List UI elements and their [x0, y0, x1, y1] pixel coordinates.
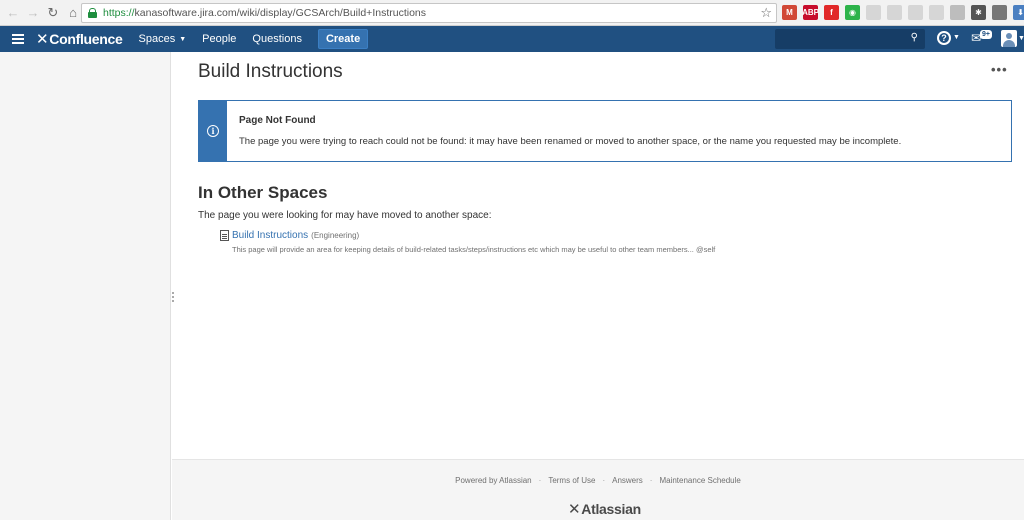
footer-separator: · — [649, 476, 653, 485]
address-bar[interactable]: https:// kanasoftware.jira.com/wiki/disp… — [81, 3, 777, 23]
answers-link[interactable]: Answers — [612, 476, 643, 485]
notifications-badge: 9+ — [980, 30, 992, 39]
people-link[interactable]: People — [202, 33, 236, 45]
lock-icon — [88, 8, 97, 18]
result-space: (Engineering) — [311, 231, 360, 240]
app-header: ✕ Confluence Spaces ▼ People Questions C… — [0, 26, 1024, 52]
result-title[interactable]: Build Instructions — [232, 230, 308, 241]
user-chevron-down-icon: ▼ — [1018, 35, 1024, 42]
extension-gray-3-icon[interactable] — [929, 5, 944, 20]
confluence-logo[interactable]: ✕ Confluence — [36, 30, 123, 48]
pushbullet-icon[interactable]: ◉ — [845, 5, 860, 20]
result-excerpt: This page will provide an area for keepi… — [232, 245, 716, 254]
create-button[interactable]: Create — [317, 29, 369, 49]
sidebar-resize-handle[interactable] — [172, 292, 175, 302]
chevron-down-icon: ▼ — [179, 35, 187, 43]
footer-links: Powered by Atlassian · Terms of Use · An… — [172, 476, 1024, 485]
footer-separator: · — [538, 476, 542, 485]
info-icon: i — [207, 125, 219, 137]
message-title: Page Not Found — [239, 115, 316, 126]
flipboard-icon[interactable]: f — [824, 5, 839, 20]
help-icon[interactable]: ? — [937, 31, 951, 45]
reload-button[interactable]: ↻ — [44, 4, 62, 22]
gmail-icon[interactable]: M — [782, 5, 797, 20]
result-link[interactable]: Build Instructions (Engineering) — [232, 230, 359, 241]
back-button[interactable]: ← — [4, 4, 22, 22]
message-icon-bar: i — [199, 101, 227, 161]
terms-link[interactable]: Terms of Use — [548, 476, 595, 485]
page-icon — [220, 230, 229, 241]
adblock-icon[interactable]: ABP — [802, 5, 819, 20]
atlassian-logo-text: Atlassian — [581, 501, 641, 517]
maintenance-schedule-link[interactable]: Maintenance Schedule — [659, 476, 740, 485]
confluence-logo-icon: ✕ — [36, 31, 49, 48]
download-icon[interactable]: ⬇ — [1013, 5, 1024, 20]
spaces-label: Spaces — [138, 33, 176, 45]
sidebar — [0, 52, 171, 520]
menu-icon[interactable] — [12, 34, 24, 44]
search-icon: ⚲ — [910, 32, 918, 43]
home-button[interactable]: ⌂ — [64, 4, 82, 22]
rss-icon[interactable] — [908, 5, 923, 20]
page-not-found-message: i Page Not Found The page you were tryin… — [198, 100, 1012, 162]
search-input[interactable]: ⚲ — [775, 29, 925, 49]
atlassian-logo[interactable]: ✕ Atlassian — [568, 500, 641, 518]
footer: Powered by Atlassian · Terms of Use · An… — [172, 459, 1024, 520]
extensions-bar: M ABP f ◉ ✱ ⬇ — [782, 5, 1024, 20]
extension-gray-4-icon[interactable] — [950, 5, 965, 20]
other-spaces-description: The page you were looking for may have m… — [198, 210, 492, 221]
atlassian-logo-icon: ✕ — [568, 501, 581, 518]
footer-separator: · — [602, 476, 606, 485]
forward-button[interactable]: → — [24, 4, 42, 22]
spaces-menu[interactable]: Spaces ▼ — [139, 33, 187, 45]
questions-link[interactable]: Questions — [252, 33, 302, 45]
extension-gray-1-icon[interactable] — [866, 5, 881, 20]
extension-dark-icon[interactable] — [992, 5, 1007, 20]
browser-toolbar: ← → ↻ ⌂ https:// kanasoftware.jira.com/w… — [0, 0, 1024, 26]
confluence-logo-text: Confluence — [49, 31, 123, 47]
message-text: The page you were trying to reach could … — [239, 136, 902, 147]
help-chevron-down-icon: ▼ — [953, 34, 960, 41]
settings-gear-icon[interactable]: ✱ — [971, 5, 986, 20]
bookmark-star-icon[interactable]: ☆ — [760, 5, 772, 21]
url-scheme: https:// — [103, 7, 135, 19]
powered-by-link[interactable]: Powered by Atlassian — [455, 476, 532, 485]
other-spaces-heading: In Other Spaces — [198, 183, 328, 202]
more-actions-icon[interactable]: ••• — [991, 62, 1008, 77]
user-avatar[interactable] — [1001, 30, 1017, 47]
url-text: kanasoftware.jira.com/wiki/display/GCSAr… — [134, 7, 427, 19]
page-title: Build Instructions — [198, 61, 343, 82]
extension-gray-2-icon[interactable] — [887, 5, 902, 20]
